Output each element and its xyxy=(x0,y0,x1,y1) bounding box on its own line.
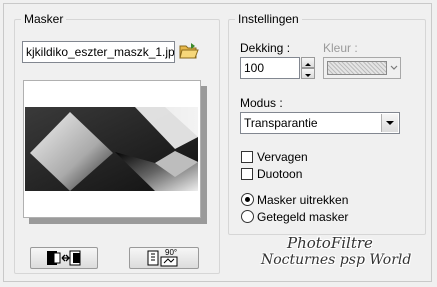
chevron-down-icon xyxy=(386,121,394,125)
masker-group-title: Masker xyxy=(21,11,67,27)
folder-open-icon[interactable] xyxy=(179,42,199,60)
getegeld-masker-label[interactable]: Getegeld masker xyxy=(257,210,348,224)
getegeld-masker-radio[interactable] xyxy=(241,210,254,223)
dekking-input[interactable]: 100 xyxy=(240,57,300,79)
invert-swap-icon xyxy=(47,250,81,266)
invert-mask-button[interactable] xyxy=(30,247,98,269)
chevron-down-icon xyxy=(390,65,398,70)
vervagen-label[interactable]: Vervagen xyxy=(257,150,308,164)
mask-dialog-panel: Masker kjkildiko_eszter_maszk_1.jpg 90° … xyxy=(3,3,432,282)
rotate-mask-button[interactable]: 90° xyxy=(129,247,199,269)
modus-dropdown-button[interactable] xyxy=(381,114,398,132)
modus-select-value: Transparantie xyxy=(244,116,318,130)
duotoon-label[interactable]: Duotoon xyxy=(257,167,302,181)
vervagen-checkbox[interactable] xyxy=(241,151,253,163)
kleur-color-picker[interactable] xyxy=(323,57,401,79)
modus-select[interactable]: Transparantie xyxy=(240,112,400,134)
dekking-spin-down[interactable] xyxy=(301,68,315,79)
watermark-line-1: PhotoFiltre xyxy=(287,234,373,252)
masker-uitrekken-label[interactable]: Masker uitrekken xyxy=(257,193,348,207)
dekking-spin-up[interactable] xyxy=(301,57,315,68)
mask-preview-image xyxy=(25,107,198,191)
dekking-label: Dekking : xyxy=(240,41,291,55)
kleur-label: Kleur : xyxy=(323,41,358,55)
rotate-badge: 90° xyxy=(165,248,178,257)
instellingen-group-title: Instellingen xyxy=(235,11,302,27)
modus-label: Modus : xyxy=(240,96,283,110)
kleur-swatch xyxy=(327,61,387,75)
masker-uitrekken-radio[interactable] xyxy=(241,193,254,206)
watermark-line-2: Nocturnes psp World xyxy=(261,252,412,268)
mask-filename-field[interactable]: kjkildiko_eszter_maszk_1.jpg xyxy=(22,41,175,63)
duotoon-checkbox[interactable] xyxy=(241,168,253,180)
